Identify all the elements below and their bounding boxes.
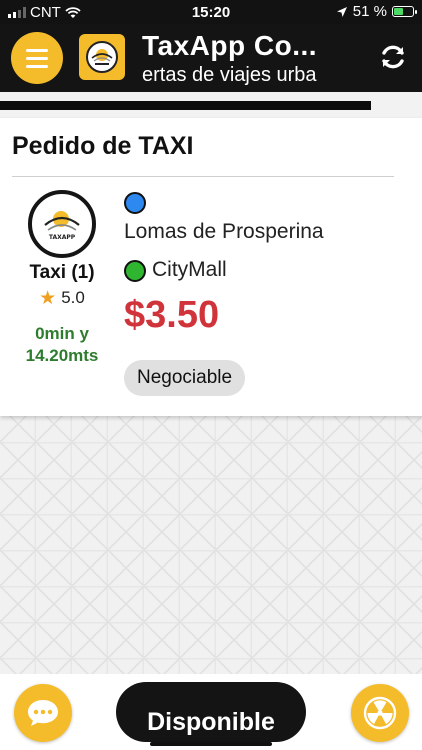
battery-percent: 51 % [352, 3, 387, 20]
app-logo [79, 34, 125, 80]
origin-address: Lomas de Prosperina [124, 220, 324, 243]
order-card[interactable]: Pedido de TAXI TAXAPP Taxi (1) ★ 5.0 0mi… [0, 118, 422, 416]
divider [12, 176, 394, 177]
alert-button[interactable] [351, 684, 409, 742]
battery-icon [392, 6, 417, 17]
screen: CNT 15:20 51 % TaxApp Co... ertas de via… [0, 0, 422, 750]
radiation-icon [363, 696, 397, 730]
status-bar: CNT 15:20 51 % [0, 0, 422, 24]
destination-address: CityMall [152, 258, 227, 281]
chat-icon [28, 700, 58, 726]
taxi-logo-icon [91, 49, 113, 65]
menu-button[interactable] [11, 32, 63, 84]
hamburger-icon [26, 48, 48, 52]
origin-dot-icon [124, 192, 146, 214]
destination-dot-icon [124, 260, 146, 282]
bottom-bar: Disponible [0, 674, 422, 750]
card-title: Pedido de TAXI [12, 132, 194, 160]
star-icon: ★ [39, 287, 57, 309]
progress-strip [0, 92, 422, 118]
eta-time: 0min y [35, 324, 89, 343]
app-title: TaxApp Co... [142, 30, 318, 61]
app-subtitle: ertas de viajes urba [142, 64, 317, 86]
avatar-logo-text: TAXAPP [49, 234, 76, 241]
progress-fill [0, 101, 372, 110]
driver-name: Taxi (1) [29, 262, 95, 283]
chat-button[interactable] [14, 684, 72, 742]
eta-text: 0min y 14.20mts [0, 323, 124, 367]
availability-label: Disponible [147, 708, 275, 736]
progress-bar [0, 101, 422, 110]
negotiable-badge[interactable]: Negociable [124, 360, 246, 396]
driver-avatar: TAXAPP [28, 190, 96, 258]
fare-price: $3.50 [124, 294, 220, 336]
availability-button[interactable]: Disponible [116, 682, 306, 742]
taxi-logo-icon: TAXAPP [39, 201, 85, 247]
app-header: TaxApp Co... ertas de viajes urba [0, 24, 422, 92]
refresh-icon[interactable] [378, 42, 408, 72]
rating-value: 5.0 [61, 288, 85, 307]
eta-distance: 14.20mts [25, 346, 99, 365]
location-arrow-icon [336, 6, 347, 17]
driver-rating: ★ 5.0 [0, 288, 124, 308]
home-indicator [150, 742, 272, 746]
